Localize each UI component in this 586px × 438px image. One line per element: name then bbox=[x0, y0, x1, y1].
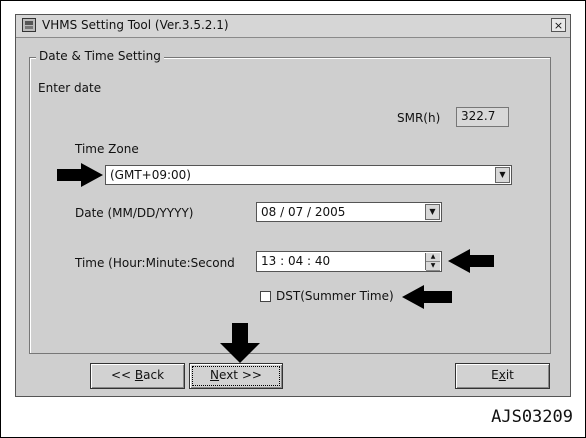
dst-label: DST(Summer Time) bbox=[276, 289, 394, 303]
time-value: 13 : 04 : 40 bbox=[261, 254, 331, 268]
group-label: Date & Time Setting bbox=[36, 49, 164, 63]
arrow-left-icon bbox=[402, 285, 452, 309]
next-button[interactable]: Next >> bbox=[189, 363, 283, 389]
close-button[interactable]: × bbox=[551, 18, 566, 32]
smr-field: 322.7 bbox=[456, 107, 509, 127]
window-title: VHMS Setting Tool (Ver.3.5.2.1) bbox=[42, 18, 229, 32]
spin-down-icon[interactable]: ▼ bbox=[426, 262, 440, 271]
timezone-value: (GMT+09:00) bbox=[110, 168, 191, 182]
back-mnemonic: B bbox=[134, 368, 144, 382]
next-rest: ext >> bbox=[219, 368, 262, 382]
arrow-down-icon bbox=[220, 323, 260, 363]
instruction-text: Enter date bbox=[38, 81, 102, 95]
arrow-left-icon bbox=[448, 249, 494, 273]
smr-label: SMR(h) bbox=[397, 111, 441, 125]
back-prefix: << bbox=[110, 368, 135, 382]
chevron-down-icon[interactable]: ▼ bbox=[425, 204, 440, 220]
exit-mnemonic: x bbox=[498, 368, 506, 382]
date-label: Date (MM/DD/YYYY) bbox=[75, 206, 194, 220]
timezone-label: Time Zone bbox=[75, 142, 139, 156]
timezone-select[interactable]: (GMT+09:00) ▼ bbox=[105, 165, 512, 185]
spin-buttons[interactable]: ▲ ▼ bbox=[425, 253, 440, 271]
next-mnemonic: N bbox=[210, 368, 220, 382]
date-picker[interactable]: 08 / 07 / 2005 ▼ bbox=[256, 202, 442, 222]
back-rest: ack bbox=[143, 368, 165, 382]
back-button[interactable]: << Back bbox=[90, 363, 185, 389]
title-bar[interactable]: VHMS Setting Tool (Ver.3.5.2.1) × bbox=[16, 15, 570, 38]
app-icon bbox=[22, 18, 36, 32]
dst-checkbox[interactable] bbox=[260, 291, 271, 302]
smr-value: 322.7 bbox=[461, 109, 496, 123]
time-label: Time (Hour:Minute:Second bbox=[75, 256, 235, 270]
arrow-right-icon bbox=[57, 163, 103, 187]
figure-reference-code: AJS03209 bbox=[491, 407, 573, 427]
time-spinner[interactable]: 13 : 04 : 40 ▲ ▼ bbox=[256, 251, 442, 272]
exit-rest: it bbox=[505, 368, 514, 382]
spin-up-icon[interactable]: ▲ bbox=[426, 253, 440, 262]
date-value: 08 / 07 / 2005 bbox=[261, 205, 346, 219]
exit-button[interactable]: Exit bbox=[455, 363, 550, 389]
chevron-down-icon[interactable]: ▼ bbox=[495, 167, 510, 183]
exit-prefix: E bbox=[491, 368, 499, 382]
